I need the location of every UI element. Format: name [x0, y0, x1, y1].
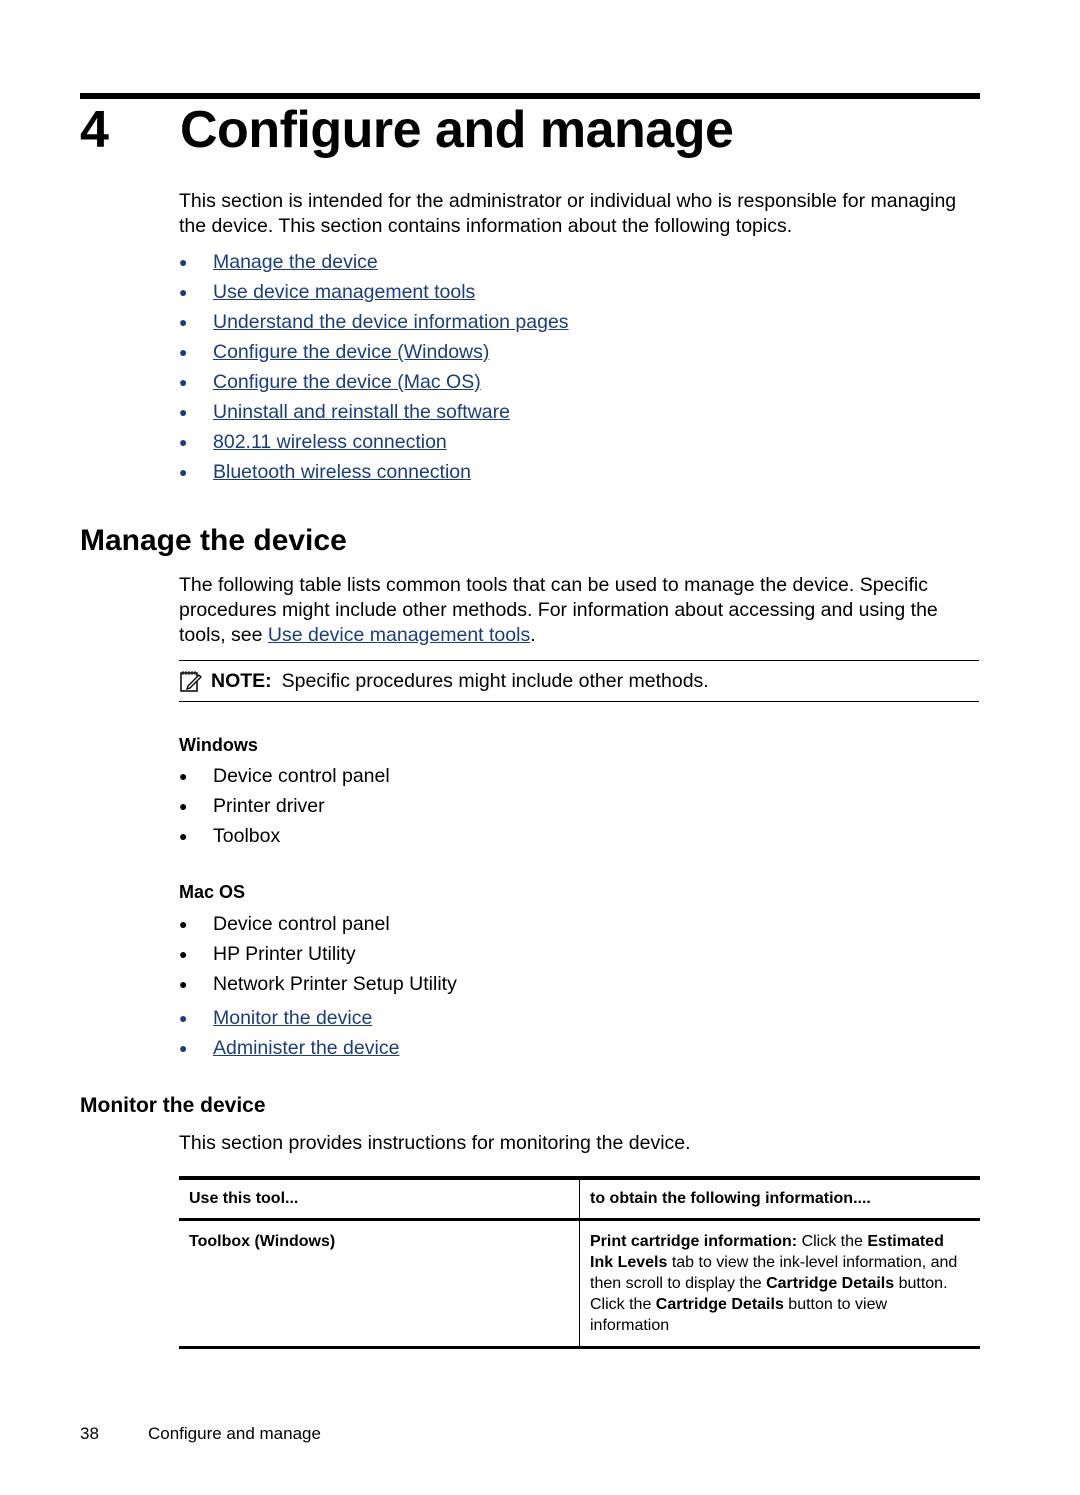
bullet-icon: ●: [179, 828, 188, 844]
topic-item[interactable]: ● Configure the device (Mac OS): [179, 367, 569, 397]
administer-device-link[interactable]: Administer the device: [213, 1033, 399, 1063]
manage-paragraph-end: .: [530, 624, 536, 646]
mac-tools-list: ● Device control panel ● HP Printer Utilit…: [179, 909, 457, 999]
list-item: ● Network Printer Setup Utility: [179, 969, 457, 999]
bullet-icon: ●: [179, 768, 188, 784]
note-text: Specific procedures might include other …: [281, 669, 709, 692]
table-row: Toolbox (Windows) Print cartridge inform…: [179, 1219, 981, 1348]
list-item-text: Device control panel: [213, 765, 390, 787]
bullet-icon: ●: [179, 404, 188, 420]
topic-link[interactable]: Manage the device: [213, 247, 378, 277]
table-cell-tool: Toolbox (Windows): [179, 1219, 580, 1348]
list-item: ● HP Printer Utility: [179, 939, 457, 969]
info-bold-text: Cartridge Details: [766, 1275, 895, 1292]
table-header-tool: Use this tool...: [179, 1178, 580, 1220]
note-icon: [180, 671, 202, 692]
topic-item[interactable]: ● Manage the device: [179, 247, 569, 277]
list-item-text: Toolbox: [213, 825, 281, 847]
bullet-icon: ●: [179, 1040, 188, 1056]
monitor-device-link[interactable]: Monitor the device: [213, 1003, 372, 1033]
list-item: ● Printer driver: [179, 791, 390, 821]
section-heading-monitor: Monitor the device: [80, 1094, 266, 1117]
topic-item[interactable]: ● Use device management tools: [179, 277, 569, 307]
page-number: 38: [80, 1424, 99, 1443]
bullet-icon: ●: [179, 284, 188, 300]
list-item-text: HP Printer Utility: [213, 943, 356, 965]
tool-name: Toolbox (Windows): [189, 1233, 336, 1250]
topic-item[interactable]: ● 802.11 wireless connection: [179, 427, 569, 457]
chapter-number: 4: [80, 101, 109, 159]
topic-link[interactable]: Understand the device information pages: [213, 307, 569, 337]
bullet-icon: ●: [179, 976, 188, 992]
monitor-tools-table: Use this tool... to obtain the following…: [179, 1176, 980, 1349]
list-item-text: Network Printer Setup Utility: [213, 973, 457, 995]
windows-tools-list: ● Device control panel ● Printer driver ● T…: [179, 761, 390, 851]
bullet-icon: ●: [179, 798, 188, 814]
topic-list: ● Manage the device ● Use device managemen…: [179, 247, 569, 487]
intro-paragraph: This section is intended for the adminis…: [179, 190, 957, 237]
use-tools-link[interactable]: Use device management tools: [268, 624, 530, 646]
bullet-icon: ●: [179, 916, 188, 932]
subsection-item[interactable]: ● Administer the device: [179, 1033, 399, 1063]
bullet-icon: ●: [179, 314, 188, 330]
table-header-row: Use this tool... to obtain the following…: [179, 1178, 980, 1220]
footer-chapter-title: Configure and manage: [148, 1424, 321, 1443]
list-item: ● Device control panel: [179, 909, 457, 939]
topic-item[interactable]: ● Bluetooth wireless connection: [179, 457, 569, 487]
mac-heading: Mac OS: [179, 882, 246, 902]
page-footer: 38 Configure and manage: [80, 1424, 321, 1444]
note-label: NOTE:: [211, 669, 272, 692]
topic-link[interactable]: 802.11 wireless connection: [213, 427, 447, 457]
info-text: Click the: [797, 1233, 868, 1250]
note-box: NOTE: Specific procedures might include …: [179, 660, 979, 702]
topic-link[interactable]: Configure the device (Mac OS): [213, 367, 481, 397]
bullet-icon: ●: [179, 374, 188, 390]
subsection-item[interactable]: ● Monitor the device: [179, 1003, 399, 1033]
bullet-icon: ●: [179, 434, 188, 450]
bullet-icon: ●: [179, 946, 188, 962]
windows-heading: Windows: [179, 735, 258, 755]
topic-item[interactable]: ● Uninstall and reinstall the software: [179, 397, 569, 427]
topic-item[interactable]: ● Understand the device information pages: [179, 307, 569, 337]
list-item-text: Printer driver: [213, 795, 325, 817]
topic-link[interactable]: Uninstall and reinstall the software: [213, 397, 510, 427]
bullet-icon: ●: [179, 1010, 188, 1026]
topic-item[interactable]: ● Configure the device (Windows): [179, 337, 569, 367]
topic-link[interactable]: Bluetooth wireless connection: [213, 457, 471, 487]
table-cell-info: Print cartridge information: Click the E…: [580, 1220, 981, 1348]
bullet-icon: ●: [179, 254, 188, 270]
list-item-text: Device control panel: [213, 913, 390, 935]
manage-paragraph: The following table lists common tools t…: [179, 573, 969, 648]
info-bold-text: Cartridge Details: [655, 1296, 784, 1313]
chapter-title: 4 Configure and manage: [80, 100, 734, 160]
list-item: ● Toolbox: [179, 821, 390, 851]
monitor-intro: This section provides instructions for m…: [179, 1132, 691, 1154]
info-bold-text: Print cartridge information:: [590, 1233, 798, 1250]
bullet-icon: ●: [179, 464, 188, 480]
bullet-icon: ●: [179, 344, 188, 360]
topic-link[interactable]: Configure the device (Windows): [213, 337, 489, 367]
chapter-rule: [80, 93, 980, 99]
section-heading-manage: Manage the device: [80, 524, 347, 557]
topic-link[interactable]: Use device management tools: [213, 277, 475, 307]
list-item: ● Device control panel: [179, 761, 390, 791]
subsection-links: ● Monitor the device ● Administer the devi…: [179, 1003, 399, 1063]
table-header-info: to obtain the following information....: [590, 1190, 871, 1207]
chapter-title-text: Configure and manage: [180, 101, 734, 159]
